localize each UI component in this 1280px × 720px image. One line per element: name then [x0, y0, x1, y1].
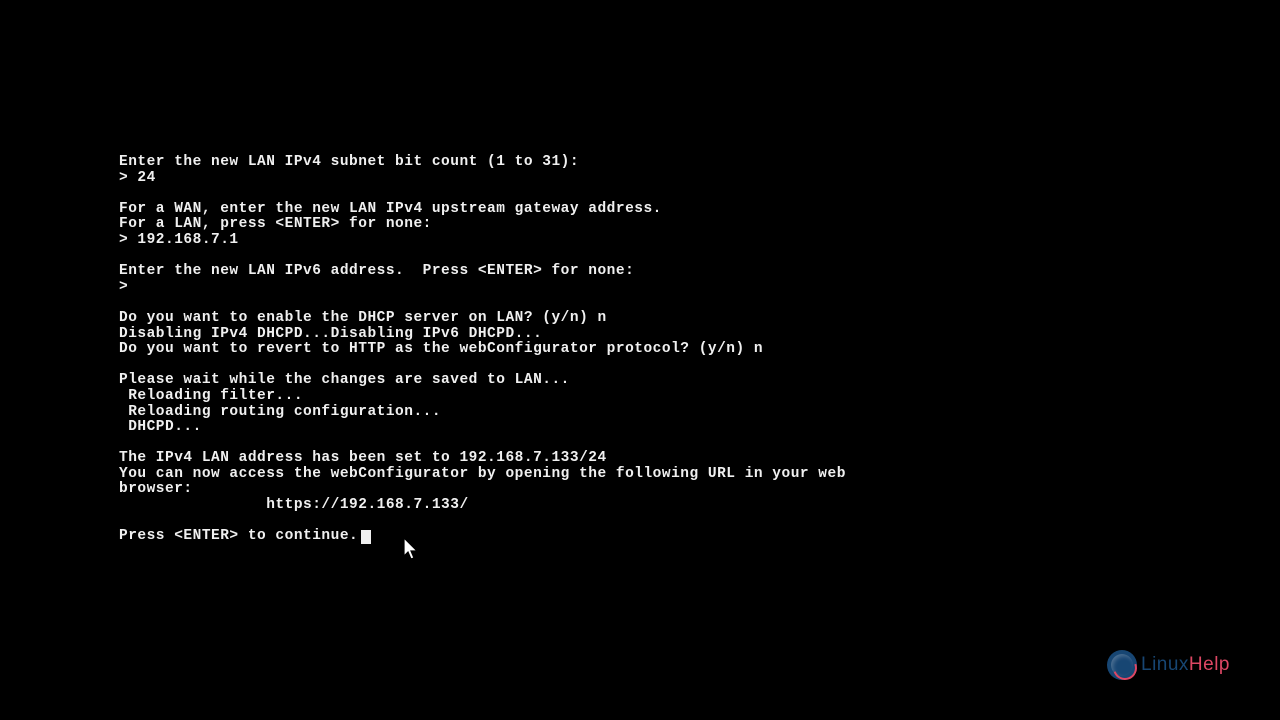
watermark-logo: LinuxHelp: [1107, 650, 1230, 680]
cursor-icon: [361, 530, 371, 544]
terminal-line: For a WAN, enter the new LAN IPv4 upstre…: [119, 202, 846, 218]
logo-text: LinuxHelp: [1141, 654, 1230, 676]
terminal-line: Reloading filter...: [119, 389, 846, 405]
terminal-line: Do you want to enable the DHCP server on…: [119, 311, 846, 327]
terminal-output[interactable]: Enter the new LAN IPv4 subnet bit count …: [119, 155, 846, 545]
terminal-prompt-line[interactable]: Press <ENTER> to continue.: [119, 529, 846, 545]
terminal-line: [119, 295, 846, 311]
terminal-line: https://192.168.7.133/: [119, 498, 846, 514]
terminal-line: You can now access the webConfigurator b…: [119, 467, 846, 483]
terminal-line: >: [119, 280, 846, 296]
terminal-line: > 192.168.7.1: [119, 233, 846, 249]
terminal-line: Reloading routing configuration...: [119, 405, 846, 421]
terminal-line: [119, 186, 846, 202]
terminal-line: Please wait while the changes are saved …: [119, 373, 846, 389]
terminal-line: [119, 514, 846, 530]
terminal-line: DHCPD...: [119, 420, 846, 436]
terminal-line: browser:: [119, 482, 846, 498]
terminal-line: Enter the new LAN IPv4 subnet bit count …: [119, 155, 846, 171]
logo-icon: [1107, 650, 1137, 680]
terminal-line: For a LAN, press <ENTER> for none:: [119, 217, 846, 233]
terminal-line: Disabling IPv4 DHCPD...Disabling IPv6 DH…: [119, 327, 846, 343]
terminal-line: [119, 436, 846, 452]
terminal-line: > 24: [119, 171, 846, 187]
terminal-line: [119, 358, 846, 374]
terminal-line: [119, 249, 846, 265]
terminal-line: Do you want to revert to HTTP as the web…: [119, 342, 846, 358]
terminal-line: Enter the new LAN IPv6 address. Press <E…: [119, 264, 846, 280]
terminal-line: The IPv4 LAN address has been set to 192…: [119, 451, 846, 467]
